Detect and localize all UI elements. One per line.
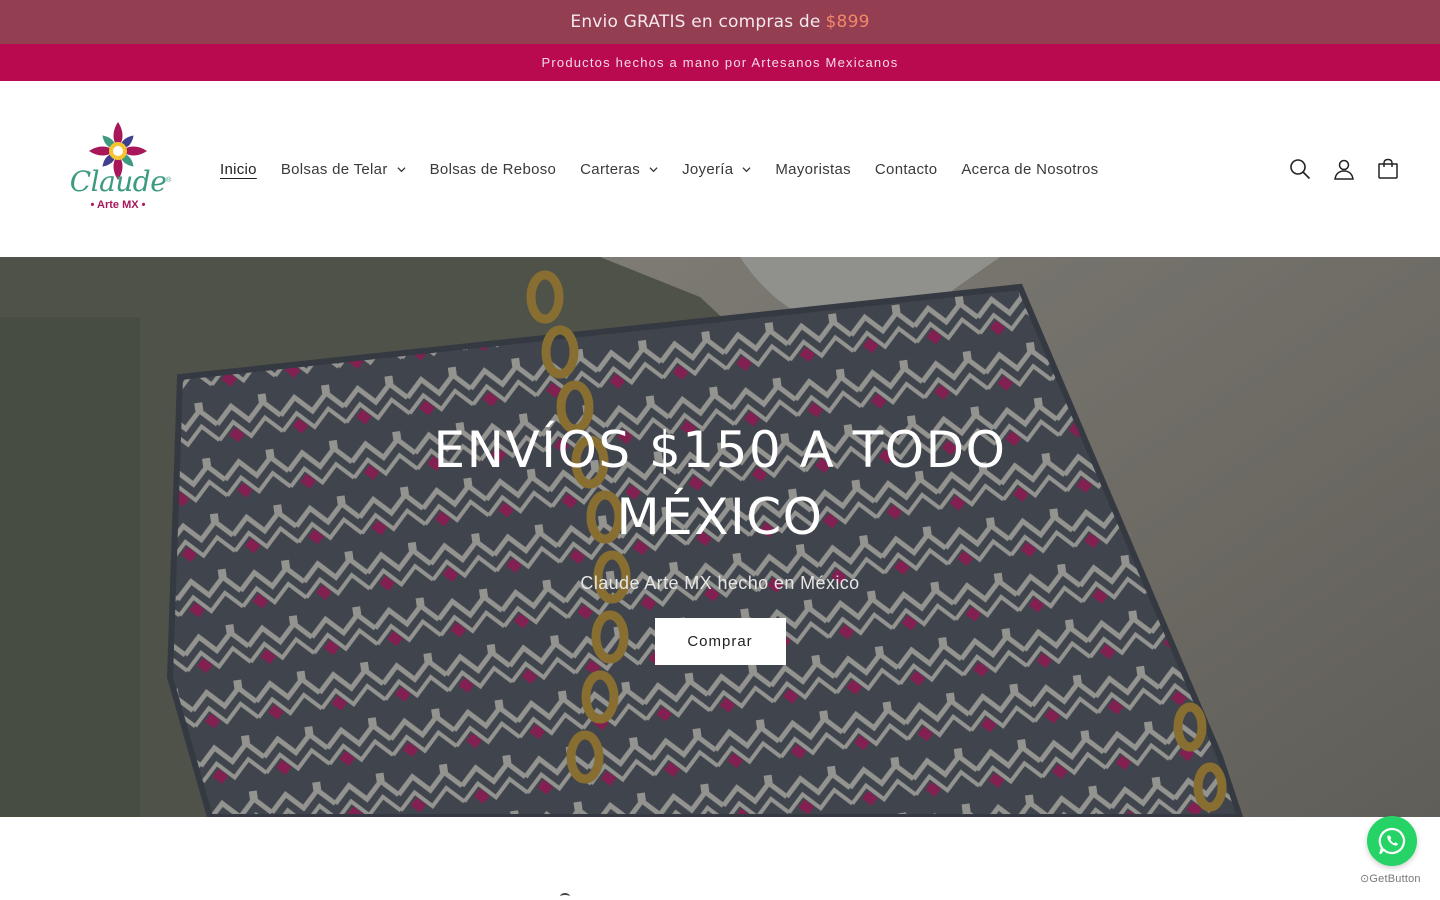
announcement-text: Productos hechos a mano por Artesanos Me… [541,55,899,70]
nav-item-joyeria[interactable]: Joyería [682,161,751,178]
whatsapp-icon [1378,827,1406,855]
nav-item-label: Contacto [874,160,938,178]
nav-item-label: Mayoristas [775,160,851,178]
getbutton-credit[interactable]: ⊙GetButton [1360,872,1421,885]
whatsapp-button[interactable] [1367,816,1417,866]
nav-item-mayoristas[interactable]: Mayoristas [775,161,851,178]
hero-title: ENVÍOS $150 A TODO MÉXICO [433,421,1007,546]
cart-icon[interactable] [1374,155,1402,183]
nav-item-label: Joyería [682,160,734,178]
chevron-down-icon [649,166,658,172]
section-heading-peek [560,893,570,900]
account-icon[interactable] [1330,155,1358,183]
hero-subtitle: Claude Arte MX hecho en México [580,573,860,593]
shipping-promo-bar: Envio GRATIS en compras de $899 [0,0,1440,44]
nav-item-label: Inicio [220,160,257,178]
shop-button[interactable]: Comprar [654,618,786,665]
getbutton-label: GetButton [1369,873,1421,885]
chevron-down-icon [397,166,406,172]
nav-item-label: Carteras [580,160,641,178]
nav-item-bolsas-de-telar[interactable]: Bolsas de Telar [281,161,406,178]
promo-text: Envio GRATIS en compras de [570,12,821,32]
logo-registered: ® [166,177,172,184]
site-header: Claude ® • Arte MX • Inicio Bolsas de Te… [0,81,1440,257]
hero-content: ENVÍOS $150 A TODO MÉXICO Claude Arte MX… [420,417,1020,665]
promo-price: $899 [825,12,870,32]
nav-item-bolsas-de-reboso[interactable]: Bolsas de Reboso [430,161,557,178]
chevron-down-icon [742,166,751,172]
getbutton-logo-icon: ⊙ [1360,873,1370,885]
announcement-bar: Productos hechos a mano por Artesanos Me… [0,44,1440,81]
nav-item-contacto[interactable]: Contacto [875,161,937,178]
nav-item-label: Acerca de Nosotros [961,160,1099,178]
header-actions [1270,155,1402,183]
logo[interactable]: Claude ® • Arte MX • [62,121,174,211]
logo-subtitle: • Arte MX • [90,199,146,211]
nav-item-inicio[interactable]: Inicio [220,161,257,178]
nav-item-acerca-de-nosotros[interactable]: Acerca de Nosotros [961,161,1098,178]
nav-item-carteras[interactable]: Carteras [580,161,658,178]
nav-item-label: Bolsas de Telar [280,160,388,178]
search-icon[interactable] [1286,155,1314,183]
nav-item-label: Bolsas de Reboso [429,160,557,178]
main-nav: Inicio Bolsas de Telar Bolsas de Reboso … [220,81,1123,257]
hero-banner: ENVÍOS $150 A TODO MÉXICO Claude Arte MX… [0,257,1440,817]
logo-brand: Claude [69,165,167,198]
